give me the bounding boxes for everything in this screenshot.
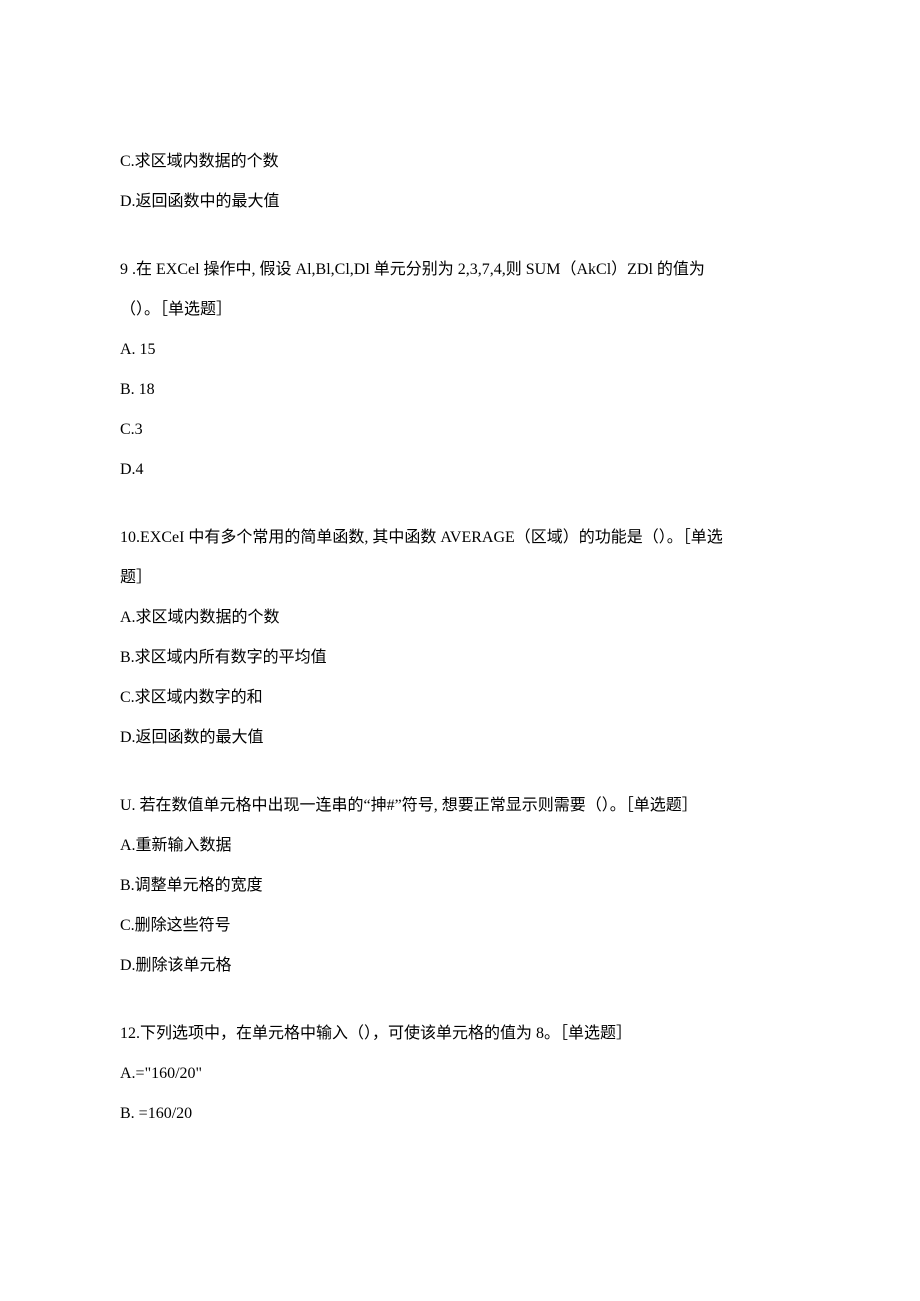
q11-option-c: C.删除这些符号 xyxy=(120,914,800,938)
q10-stem-line1: 10.EXCeI 中有多个常用的简单函数, 其中函数 AVERAGE（区域）的功… xyxy=(120,526,800,550)
q10-option-c: C.求区域内数字的和 xyxy=(120,686,800,710)
q11-option-b: B.调整单元格的宽度 xyxy=(120,874,800,898)
prev-option-d: D.返回函数中的最大值 xyxy=(120,190,800,214)
q10-option-b: B.求区域内所有数字的平均值 xyxy=(120,646,800,670)
q11-option-d: D.删除该单元格 xyxy=(120,954,800,978)
q10-stem-line2: 题］ xyxy=(120,566,800,590)
spacer xyxy=(120,498,800,526)
q9-stem-line2: （）。［单选题］ xyxy=(120,298,800,322)
q12-option-b: B. =160/20 xyxy=(120,1102,800,1126)
q9-option-d: D.4 xyxy=(120,458,800,482)
q12-stem: 12.下列选项中，在单元格中输入（），可使该单元格的值为 8。［单选题］ xyxy=(120,1022,800,1046)
q10-option-a: A.求区域内数据的个数 xyxy=(120,606,800,630)
spacer xyxy=(120,766,800,794)
q12-option-a: A.="160/20" xyxy=(120,1062,800,1086)
q9-option-c: C.3 xyxy=(120,418,800,442)
q9-option-b: B. 18 xyxy=(120,378,800,402)
spacer xyxy=(120,230,800,258)
q9-stem-line1: 9 .在 EXCel 操作中, 假设 Al,Bl,Cl,Dl 单元分别为 2,3… xyxy=(120,258,800,282)
spacer xyxy=(120,994,800,1022)
q11-option-a: A.重新输入数据 xyxy=(120,834,800,858)
q9-option-a: A. 15 xyxy=(120,338,800,362)
q10-option-d: D.返回函数的最大值 xyxy=(120,726,800,750)
q11-stem: U. 若在数值单元格中出现一连串的“抻#”符号, 想要正常显示则需要（）。［单选… xyxy=(120,794,800,818)
prev-option-c: C.求区域内数据的个数 xyxy=(120,150,800,174)
